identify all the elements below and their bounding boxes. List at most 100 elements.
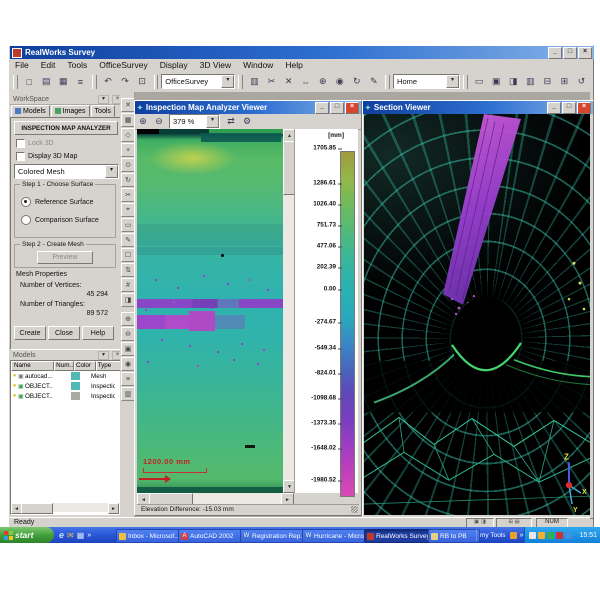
side-tool-icon[interactable]: ⇅: [121, 263, 135, 277]
bulb-icon[interactable]: ●: [11, 383, 18, 389]
taskbar-task-hurricane[interactable]: W Hurricane - Micro...: [302, 529, 368, 543]
col-type[interactable]: Type: [96, 361, 121, 371]
menu-tools[interactable]: Tools: [62, 59, 92, 71]
start-button[interactable]: start: [0, 527, 54, 543]
tab-tools[interactable]: Tools: [91, 105, 115, 117]
bulb-icon[interactable]: ●: [11, 373, 18, 379]
close-icon[interactable]: ×: [578, 47, 592, 59]
side-tool-icon[interactable]: ✕: [121, 98, 135, 112]
mail-icon[interactable]: ✉: [67, 531, 74, 540]
side-tool-icon[interactable]: ▣: [121, 342, 135, 356]
delete-icon[interactable]: ✕: [280, 73, 297, 90]
ie-icon[interactable]: e: [59, 530, 64, 540]
side-tool-icon[interactable]: ◇: [121, 128, 135, 142]
table-row[interactable]: ● ▣ OBJECT... Inspectio...: [11, 381, 121, 391]
expand-icon[interactable]: ⊞: [556, 73, 573, 90]
swap-icon[interactable]: ⇔: [297, 73, 314, 90]
close-icon[interactable]: ×: [345, 102, 359, 114]
create-button[interactable]: Create: [14, 326, 46, 340]
split-view-icon[interactable]: ◨: [505, 73, 522, 90]
side-tool-icon[interactable]: #: [121, 278, 135, 292]
pan-icon[interactable]: ⇄: [223, 114, 239, 129]
menu-window[interactable]: Window: [238, 59, 278, 71]
side-tool-icon[interactable]: ◨: [121, 293, 135, 307]
side-tool-icon[interactable]: ☐: [121, 248, 135, 262]
menu-file[interactable]: File: [10, 59, 34, 71]
overflow-chevron-icon[interactable]: »: [87, 532, 91, 539]
chevron-down-icon[interactable]: ▾: [206, 115, 219, 128]
add-point-icon[interactable]: ⊕: [314, 73, 331, 90]
toolbar-grip[interactable]: [92, 75, 97, 89]
app-titlebar[interactable]: RealWorks Survey _ □ ×: [10, 46, 594, 59]
menu-help[interactable]: Help: [280, 59, 307, 71]
save-icon[interactable]: ▦: [55, 73, 72, 90]
chevron-down-icon[interactable]: ▾: [446, 75, 459, 88]
layers-icon[interactable]: ▥: [522, 73, 539, 90]
zoom-out-icon[interactable]: ⊖: [151, 114, 167, 129]
toolbar-grip[interactable]: [154, 75, 159, 89]
target-icon[interactable]: ◉: [331, 73, 348, 90]
minimize-icon[interactable]: _: [315, 102, 329, 114]
grid-icon[interactable]: ▥: [246, 73, 263, 90]
toolbar-grip[interactable]: [463, 75, 468, 89]
window-cascade-icon[interactable]: ▣: [488, 73, 505, 90]
panel-menu-icon[interactable]: ▾: [98, 351, 109, 360]
side-tool-icon[interactable]: ✎: [121, 233, 135, 247]
chevron-down-icon[interactable]: ▾: [105, 165, 118, 178]
minimize-icon[interactable]: _: [547, 102, 561, 114]
taskbar-task-folder[interactable]: RB to PB: [428, 529, 480, 543]
rotate-icon[interactable]: ↺: [573, 73, 590, 90]
side-tool-icon[interactable]: ▦: [121, 113, 135, 127]
toolbar-grip[interactable]: [238, 75, 243, 89]
resize-grip[interactable]: [351, 506, 358, 513]
scroll-thumb[interactable]: [21, 503, 53, 514]
tray-icon[interactable]: [565, 532, 572, 539]
lock-3d-checkbox[interactable]: Lock 3D: [16, 139, 54, 148]
side-tool-icon[interactable]: ▥: [121, 387, 135, 401]
tool-icon[interactable]: [510, 532, 517, 539]
scroll-right-icon[interactable]: ►: [108, 503, 119, 514]
toolbar-grip[interactable]: [385, 75, 390, 89]
undo-icon[interactable]: ↶: [100, 73, 117, 90]
reference-surface-radio[interactable]: Reference Surface: [21, 197, 93, 207]
print-icon[interactable]: ≡: [72, 73, 89, 90]
tray-icon[interactable]: [547, 532, 554, 539]
inspection-map-canvas[interactable]: 1200.00 mm: [137, 129, 283, 493]
menu-3dview[interactable]: 3D View: [195, 59, 237, 71]
new-icon[interactable]: □: [21, 73, 38, 90]
tab-images[interactable]: Images: [51, 105, 90, 117]
bulb-icon[interactable]: ●: [11, 393, 18, 399]
minimize-icon[interactable]: _: [548, 47, 562, 59]
comparison-surface-radio[interactable]: Comparison Surface: [21, 215, 99, 225]
tray-icon[interactable]: [556, 532, 563, 539]
toolbar-grip[interactable]: [13, 75, 18, 89]
window-tile-icon[interactable]: ▭: [471, 73, 488, 90]
show-desktop-icon[interactable]: ▦: [77, 531, 85, 540]
panel-menu-icon[interactable]: ▾: [98, 95, 109, 104]
taskbar-task-inbox[interactable]: Inbox - Microsof...: [116, 529, 182, 543]
open-icon[interactable]: ▤: [38, 73, 55, 90]
col-name[interactable]: Name: [11, 361, 54, 371]
side-tool-icon[interactable]: ≡: [121, 372, 135, 386]
side-tool-icon[interactable]: ✂: [121, 188, 135, 202]
table-row[interactable]: ● ▣ autocad... Mesh: [11, 371, 121, 381]
taskbar-task-realworks[interactable]: RealWorks Survey: [364, 529, 432, 543]
survey-mode-combo[interactable]: OfficeSurvey ▾: [161, 74, 235, 89]
close-button[interactable]: Close: [48, 326, 80, 340]
menu-display[interactable]: Display: [155, 59, 193, 71]
section-viewer-titlebar[interactable]: ✦ Section Viewer _ □ ×: [363, 101, 593, 114]
menu-edit[interactable]: Edit: [36, 59, 61, 71]
zoom-level-combo[interactable]: 379 % ▾: [169, 114, 220, 129]
side-tool-icon[interactable]: ▭: [121, 218, 135, 232]
side-tool-icon[interactable]: +: [121, 143, 135, 157]
side-tool-icon[interactable]: ⌖: [121, 203, 135, 217]
map-vscrollbar[interactable]: ▲ ▼: [283, 129, 294, 493]
inspection-viewer-titlebar[interactable]: ✦ Inspection Map Analyzer Viewer _ □ ×: [135, 101, 361, 114]
close-icon[interactable]: ×: [577, 102, 591, 114]
section-3d-canvas[interactable]: Z X Y: [364, 114, 590, 515]
refresh-icon[interactable]: ↻: [348, 73, 365, 90]
menu-officesurvey[interactable]: OfficeSurvey: [94, 59, 153, 71]
table-row[interactable]: ● ▣ OBJECT... Inspectio...: [11, 391, 121, 401]
taskbar-task-autocad[interactable]: A AutoCAD 2002: [178, 529, 244, 543]
collapse-icon[interactable]: ⊟: [539, 73, 556, 90]
